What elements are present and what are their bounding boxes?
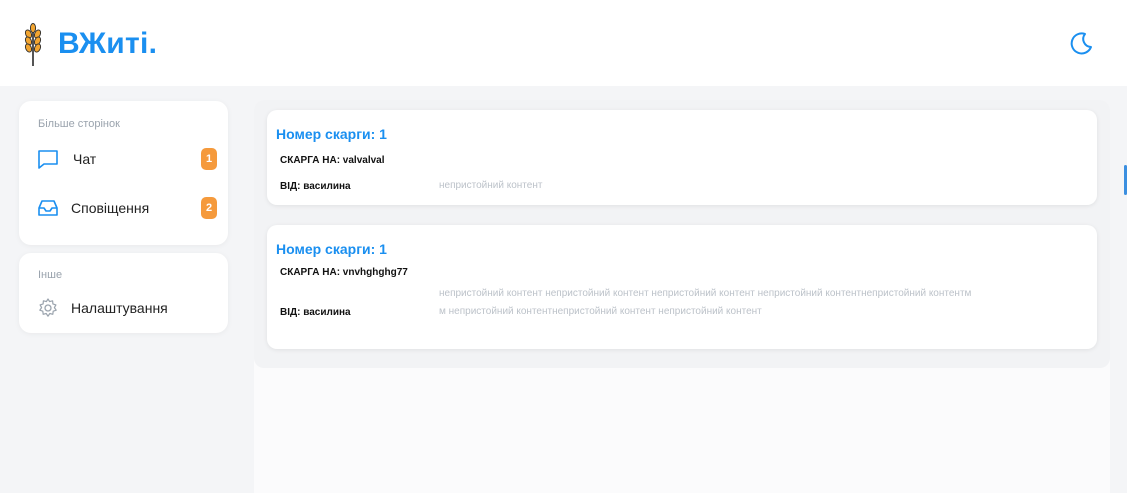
complaint-card[interactable]: Номер скарги: 1 СКАРГА НА: vnvhghghg77 В… bbox=[267, 225, 1097, 349]
moon-icon[interactable] bbox=[1066, 28, 1096, 58]
sidebar-item-label: Налаштування bbox=[71, 300, 168, 316]
more-pages-card: Більше сторінок Чат 1 Сповіщення 2 bbox=[19, 101, 228, 245]
chat-icon bbox=[38, 150, 58, 169]
sidebar-item-label: Чат bbox=[73, 151, 97, 167]
section-title-other: Інше bbox=[38, 269, 63, 281]
gear-icon bbox=[39, 298, 57, 317]
sidebar-item-notifications[interactable]: Сповіщення 2 bbox=[37, 193, 217, 223]
sidebar-item-chat[interactable]: Чат 1 bbox=[37, 144, 217, 174]
sidebar-item-label: Сповіщення bbox=[71, 200, 150, 216]
complaint-title: Номер скарги: 1 bbox=[276, 241, 387, 257]
notification-badge: 1 bbox=[201, 148, 217, 170]
logo-text: ВЖиті. bbox=[58, 27, 158, 60]
complaint-against: СКАРГА НА: valvalval bbox=[280, 155, 385, 166]
inbox-icon bbox=[38, 200, 58, 216]
complaint-content: непристойний контент непристойний контен… bbox=[439, 288, 972, 317]
logo[interactable]: ВЖиті. bbox=[22, 22, 157, 66]
notification-badge: 2 bbox=[201, 197, 217, 219]
complaint-from: ВІД: василина bbox=[280, 307, 351, 318]
wheat-icon bbox=[24, 23, 42, 66]
complaint-card[interactable]: Номер скарги: 1 СКАРГА НА: valvalval ВІД… bbox=[267, 110, 1097, 205]
complaint-from: ВІД: василина bbox=[280, 181, 351, 192]
complaint-title: Номер скарги: 1 bbox=[276, 126, 387, 142]
other-card: Інше Налаштування bbox=[19, 253, 228, 333]
complaint-against: СКАРГА НА: vnvhghghg77 bbox=[280, 267, 408, 278]
sidebar-item-settings[interactable]: Налаштування bbox=[37, 293, 217, 323]
top-bar: ВЖиті. bbox=[0, 0, 1127, 86]
section-title-more-pages: Більше сторінок bbox=[38, 118, 120, 130]
complaint-content: непристойний контент bbox=[439, 180, 543, 191]
